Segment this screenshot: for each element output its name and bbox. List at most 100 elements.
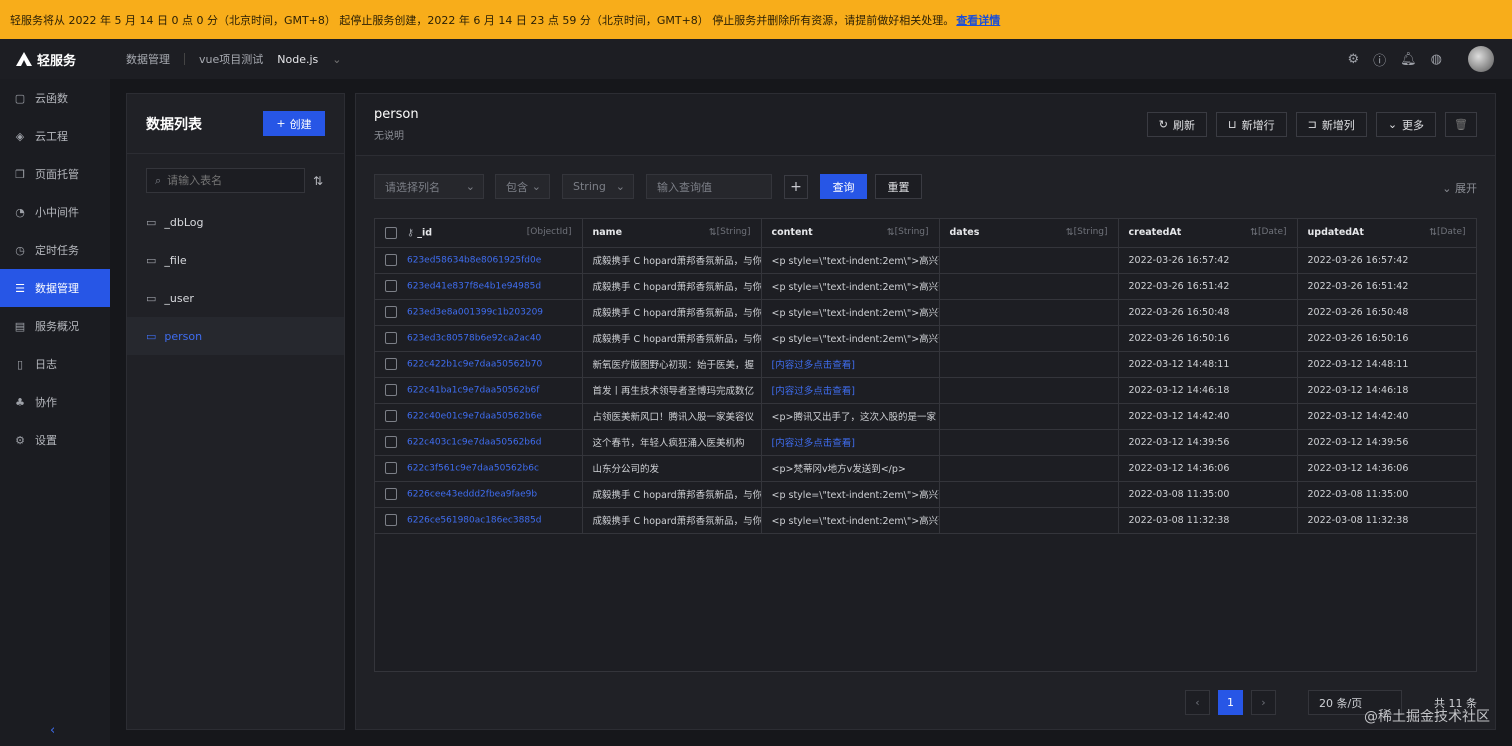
add-filter-button[interactable]: + (784, 174, 808, 199)
cell-name[interactable]: 成毅携手 C hopard萧邦香氛新品，与你 (582, 507, 762, 534)
cell-updatedat[interactable]: 2022-03-26 16:51:42 (1297, 273, 1476, 300)
add-column-button[interactable]: ⊐ 新增列 (1295, 112, 1367, 137)
sort-icon[interactable]: ⇅ (313, 174, 323, 188)
cell-createdat[interactable]: 2022-03-26 16:50:48 (1118, 299, 1298, 326)
chevron-down-icon[interactable]: ⌄ (332, 53, 341, 66)
next-page-button[interactable]: › (1251, 690, 1276, 715)
cell-id[interactable]: 623ed58634b8e8061925fd0e (375, 247, 583, 274)
collapse-sidebar-icon[interactable]: ‹ (50, 723, 55, 738)
cell-updatedat[interactable]: 2022-03-26 16:57:42 (1297, 247, 1476, 274)
table-item-user[interactable]: ▭ _user (127, 279, 344, 317)
sidebar-item-collab[interactable]: ♣ 协作 (0, 383, 110, 421)
table-search-input[interactable] (167, 174, 288, 187)
cell-id[interactable]: 6226cee43eddd2fbea9fae9b (375, 481, 583, 508)
table-item-person[interactable]: ▭ person (127, 317, 344, 355)
column-header-content[interactable]: content [String] ⇅ (761, 219, 940, 248)
cell-updatedat[interactable]: 2022-03-12 14:39:56 (1297, 429, 1476, 456)
cell-updatedat[interactable]: 2022-03-12 14:46:18 (1297, 377, 1476, 404)
record-id-link[interactable]: 622c403c1c9e7daa50562b6d (407, 438, 541, 448)
cell-id[interactable]: 623ed3c80578b6e92ca2ac40 (375, 325, 583, 352)
row-checkbox[interactable] (385, 280, 397, 292)
table-row[interactable]: 623ed41e837f8e4b1e94985d 成毅携手 C hopard萧邦香… (375, 273, 1476, 300)
row-checkbox[interactable] (385, 410, 397, 422)
cell-id[interactable]: 623ed41e837f8e4b1e94985d (375, 273, 583, 300)
more-button[interactable]: ⌄ 更多 (1375, 112, 1437, 137)
app-logo[interactable]: 轻服务 (0, 50, 110, 69)
table-row[interactable]: 623ed3e8a001399c1b203209 成毅携手 C hopard萧邦香… (375, 299, 1476, 326)
column-header-id[interactable]: ⚷ _id [ObjectId] (375, 219, 583, 248)
record-id-link[interactable]: 623ed41e837f8e4b1e94985d (407, 282, 541, 292)
sidebar-item-data[interactable]: ☰ 数据管理 (0, 269, 110, 307)
cell-updatedat[interactable]: 2022-03-08 11:32:38 (1297, 507, 1476, 534)
cell-id[interactable]: 622c422b1c9e7daa50562b70 (375, 351, 583, 378)
record-id-link[interactable]: 622c3f561c9e7daa50562b6c (407, 464, 539, 474)
banner-details-link[interactable]: 查看详情 (956, 12, 1000, 28)
cell-content[interactable]: <p style=\"text-indent:2em\">高兴萧邦 (761, 507, 940, 534)
cell-updatedat[interactable]: 2022-03-12 14:42:40 (1297, 403, 1476, 430)
cell-createdat[interactable]: 2022-03-12 14:42:40 (1118, 403, 1298, 430)
help-icon[interactable]: ⓘ (1373, 50, 1386, 69)
cell-dates[interactable] (939, 299, 1119, 326)
cell-name[interactable]: 成毅携手 C hopard萧邦香氛新品，与你 (582, 299, 762, 326)
type-select[interactable]: String ⌄ (562, 174, 634, 199)
sidebar-item-middleware[interactable]: ◔ 小中间件 (0, 193, 110, 231)
cell-dates[interactable] (939, 507, 1119, 534)
cell-dates[interactable] (939, 351, 1119, 378)
record-id-link[interactable]: 622c422b1c9e7daa50562b70 (407, 360, 542, 370)
cell-content[interactable]: <p style=\"text-indent:2em\">高兴萧邦 (761, 481, 940, 508)
sort-icon[interactable]: ⇅ (887, 227, 895, 238)
cell-id[interactable]: 622c41ba1c9e7daa50562b6f (375, 377, 583, 404)
column-header-createdat[interactable]: createdAt [Date] ⇅ (1118, 219, 1298, 248)
column-select[interactable]: 请选择列名 ⌄ (374, 174, 484, 199)
cell-updatedat[interactable]: 2022-03-12 14:48:11 (1297, 351, 1476, 378)
bell-icon[interactable]: 🔔︎ (1400, 52, 1417, 67)
cell-content[interactable]: <p style=\"text-indent:2em\">高兴萧邦 (761, 299, 940, 326)
cell-name[interactable]: 山东分公司的发 (582, 455, 762, 482)
table-row[interactable]: 622c41ba1c9e7daa50562b6f 首发丨再生技术领导者圣博玛完成数… (375, 377, 1476, 404)
cell-content[interactable]: <p style=\"text-indent:2em\">高兴萧邦 (761, 273, 940, 300)
refresh-button[interactable]: ↻ 刷新 (1146, 112, 1207, 137)
table-row[interactable]: 622c40e01c9e7daa50562b6e 占领医美新风口！腾讯入股一家美容… (375, 403, 1476, 430)
cell-id[interactable]: 622c403c1c9e7daa50562b6d (375, 429, 583, 456)
column-header-dates[interactable]: dates [String] ⇅ (939, 219, 1119, 248)
cell-createdat[interactable]: 2022-03-26 16:50:16 (1118, 325, 1298, 352)
cell-dates[interactable] (939, 377, 1119, 404)
row-checkbox[interactable] (385, 488, 397, 500)
table-row[interactable]: 6226ce561980ac186ec3885d 成毅携手 C hopard萧邦香… (375, 507, 1476, 534)
cell-name[interactable]: 这个春节，年轻人疯狂涌入医美机构 (582, 429, 762, 456)
table-item-dblog[interactable]: ▭ _dbLog (127, 203, 344, 241)
cell-content[interactable]: <p style=\"text-indent:2em\">高兴萧邦 (761, 325, 940, 352)
cell-content[interactable]: <p>腾讯又出手了，这次入股的是一家 (761, 403, 940, 430)
row-checkbox[interactable] (385, 436, 397, 448)
table-row[interactable]: 622c403c1c9e7daa50562b6d 这个春节，年轻人疯狂涌入医美机构… (375, 429, 1476, 456)
cell-name[interactable]: 新氧医疗版图野心初现：始于医美，握 (582, 351, 762, 378)
cell-id[interactable]: 622c40e01c9e7daa50562b6e (375, 403, 583, 430)
record-id-link[interactable]: 6226cee43eddd2fbea9fae9b (407, 490, 537, 500)
sidebar-item-overview[interactable]: ▤ 服务概况 (0, 307, 110, 345)
sort-icon[interactable]: ⇅ (1429, 227, 1437, 238)
globe-icon[interactable]: ◍ (1431, 52, 1442, 67)
row-checkbox[interactable] (385, 462, 397, 474)
cell-createdat[interactable]: 2022-03-12 14:48:11 (1118, 351, 1298, 378)
avatar[interactable] (1468, 46, 1494, 72)
record-id-link[interactable]: 622c40e01c9e7daa50562b6e (407, 412, 542, 422)
cell-id[interactable]: 622c3f561c9e7daa50562b6c (375, 455, 583, 482)
cell-updatedat[interactable]: 2022-03-12 14:36:06 (1297, 455, 1476, 482)
sidebar-item-pages[interactable]: ❐ 页面托管 (0, 155, 110, 193)
select-all-checkbox[interactable] (385, 226, 397, 239)
cell-content[interactable]: <p style=\"text-indent:2em\">高兴萧邦 (761, 247, 940, 274)
breadcrumb-section[interactable]: 数据管理 (126, 51, 170, 67)
column-header-updatedat[interactable]: updatedAt [Date] ⇅ (1297, 219, 1476, 248)
cell-content[interactable]: [内容过多点击查看] (761, 429, 940, 456)
record-id-link[interactable]: 623ed3c80578b6e92ca2ac40 (407, 334, 541, 344)
record-id-link[interactable]: 6226ce561980ac186ec3885d (407, 516, 542, 526)
cell-createdat[interactable]: 2022-03-26 16:51:42 (1118, 273, 1298, 300)
cell-name[interactable]: 占领医美新风口！腾讯入股一家美容仪 (582, 403, 762, 430)
cell-createdat[interactable]: 2022-03-08 11:32:38 (1118, 507, 1298, 534)
cell-createdat[interactable]: 2022-03-26 16:57:42 (1118, 247, 1298, 274)
prev-page-button[interactable]: ‹ (1185, 690, 1210, 715)
cell-content[interactable]: [内容过多点击查看] (761, 377, 940, 404)
query-button[interactable]: 查询 (820, 174, 867, 199)
table-row[interactable]: 622c422b1c9e7daa50562b70 新氧医疗版图野心初现：始于医美，… (375, 351, 1476, 378)
create-table-button[interactable]: + 创建 (263, 111, 325, 136)
